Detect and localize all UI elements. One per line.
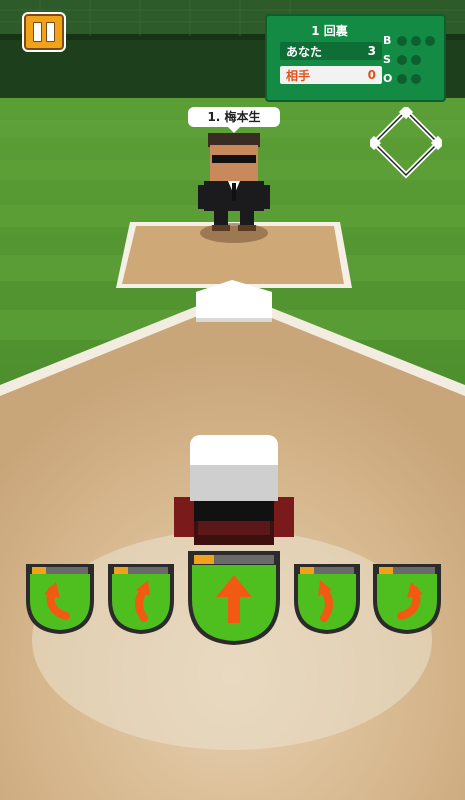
ball-dot [411, 36, 421, 46]
strikes-label: S [383, 53, 391, 66]
ball-dot [397, 36, 407, 46]
out-dot [411, 74, 421, 84]
swing-button-far-left[interactable] [22, 560, 98, 636]
team-score: 3 [367, 44, 376, 58]
swing-button-left[interactable] [104, 560, 178, 636]
pause-button[interactable] [22, 12, 66, 52]
team-name: 相手 [286, 68, 311, 83]
swing-button-far-right[interactable] [369, 560, 445, 636]
swing-button-right[interactable] [290, 560, 364, 636]
ball-dot [425, 36, 435, 46]
pause-icon [33, 22, 42, 42]
power-meter-fill [32, 567, 46, 574]
batter-name-label: 1. 梅本生 [188, 107, 280, 133]
strike-dot [411, 55, 421, 65]
scoreboard: 1 回裏 あなた 3 相手 0 B S O [265, 14, 446, 102]
team-name: あなた [286, 44, 323, 59]
swing-button-center[interactable] [184, 547, 284, 647]
outs-label: O [383, 72, 393, 85]
team-row-opponent: 相手 0 [280, 66, 382, 84]
inning-label: 1 回裏 [311, 24, 348, 38]
pitcher-character [198, 133, 270, 243]
team-row-you: あなた 3 [280, 42, 382, 60]
strike-dot [397, 55, 407, 65]
balls-label: B [383, 34, 392, 47]
out-dot [397, 74, 407, 84]
batter-character [174, 435, 294, 545]
team-score: 0 [367, 68, 376, 82]
diamond-field-icon[interactable] [370, 107, 442, 179]
